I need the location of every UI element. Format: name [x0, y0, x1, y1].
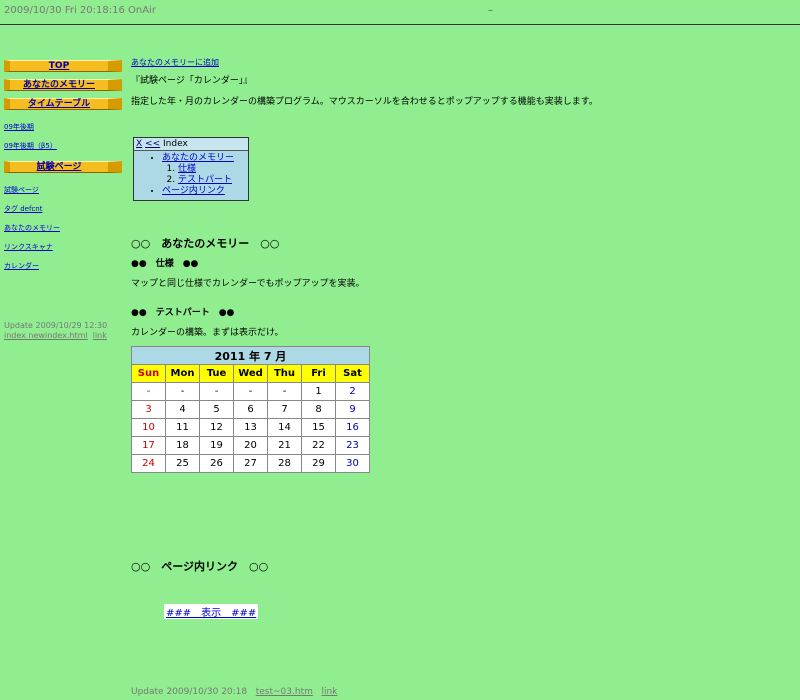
calendar-day-cell[interactable]: 12 — [199, 418, 234, 437]
calendar-day-cell[interactable]: 18 — [165, 436, 200, 455]
calendar-day-cell[interactable]: - — [131, 382, 166, 401]
calendar-table: 2011 年 7 月 Sun Mon Tue Wed Thu Fri Sat -… — [131, 346, 370, 473]
index-box-titlebar: X << Index — [134, 138, 248, 151]
nav-test-page-button[interactable]: 試験ページ — [4, 161, 122, 173]
calendar-day-cell[interactable]: 15 — [301, 418, 336, 437]
calendar-day-cell[interactable]: 13 — [233, 418, 268, 437]
index-list: あなたのメモリー 仕様 テストパート ページ内リンク — [134, 153, 248, 197]
add-to-memory-link[interactable]: あなたのメモリーに追加 — [131, 57, 219, 68]
calendar-week-row: 17 18 19 20 21 22 23 — [131, 436, 370, 455]
calendar-day-cell[interactable]: 2 — [335, 382, 370, 401]
weekday-mon: Mon — [165, 364, 200, 383]
weekday-wed: Wed — [233, 364, 268, 383]
page-title: 『試験ページ「カレンダー」』 — [131, 76, 253, 86]
calendar-day-cell[interactable]: 23 — [335, 436, 370, 455]
calendar-day-cell[interactable]: 17 — [131, 436, 166, 455]
nav-memory-button[interactable]: あなたのメモリー — [4, 79, 122, 91]
index-link-spec[interactable]: 仕様 — [178, 164, 196, 174]
sidebar-update-link[interactable]: link — [93, 331, 107, 340]
calendar-day-cell[interactable]: 10 — [131, 418, 166, 437]
calendar-day-cell[interactable]: 19 — [199, 436, 234, 455]
index-link-memory[interactable]: あなたのメモリー — [162, 153, 234, 163]
nav-timetable-button[interactable]: タイムテーブル — [4, 98, 122, 110]
header-dash: – — [488, 5, 493, 16]
display-link[interactable]: ### 表示 ### — [164, 604, 259, 619]
index-link-page-link[interactable]: ページ内リンク — [162, 186, 225, 196]
spec-text: マップと同じ仕様でカレンダーでもポップアップを実装。 — [131, 279, 365, 289]
weekday-sat: Sat — [335, 364, 370, 383]
calendar-day-cell[interactable]: 7 — [267, 400, 302, 419]
sidebar-link-09-late-beta[interactable]: 09年後期（β5） — [4, 142, 124, 151]
calendar-day-cell[interactable]: - — [233, 382, 268, 401]
calendar-day-cell[interactable]: 3 — [131, 400, 166, 419]
calendar-day-cell[interactable]: - — [199, 382, 234, 401]
calendar-body: - - - - -1 2 3 4 5 6 7 8 9 10 11 12 13 14 15 16 17 18 19 20 21 22… — [131, 382, 370, 473]
calendar-day-cell[interactable]: 1 — [301, 382, 336, 401]
calendar-day-cell[interactable]: 5 — [199, 400, 234, 419]
clock-display: 2009/10/30 Fri 20:18:16 OnAir — [4, 5, 156, 16]
calendar-week-row: 10 11 12 13 14 15 16 — [131, 418, 370, 437]
calendar-week-row: 3456789 — [131, 400, 370, 419]
calendar-day-cell[interactable]: 14 — [267, 418, 302, 437]
calendar-day-cell[interactable]: - — [267, 382, 302, 401]
calendar-day-cell[interactable]: 11 — [165, 418, 200, 437]
page-description: 指定した年・月のカレンダーの構築プログラム。マウスカーソルを合わせるとポップアッ… — [131, 97, 598, 107]
sidebar-link-calendar[interactable]: カレンダー — [4, 262, 124, 271]
index-link-test-part[interactable]: テストパート — [178, 175, 232, 185]
sidebar-update-index-link[interactable]: index newindex.html — [4, 331, 88, 340]
sidebar-link-link-scanner[interactable]: リンクスキャナ — [4, 243, 124, 252]
calendar-day-cell[interactable]: 20 — [233, 436, 268, 455]
index-label: Index — [163, 139, 188, 149]
subsection-test-heading: ●● テストパート ●● — [131, 308, 235, 318]
calendar-day-cell[interactable]: 30 — [335, 454, 370, 473]
footer-file-link[interactable]: test~03.htm — [256, 687, 313, 697]
calendar-day-cell[interactable]: 29 — [301, 454, 336, 473]
calendar-day-cell[interactable]: 8 — [301, 400, 336, 419]
sidebar-link-test-page[interactable]: 試験ページ — [4, 186, 124, 195]
weekday-thu: Thu — [267, 364, 302, 383]
test-text: カレンダーの構築。まずは表示だけ。 — [131, 328, 284, 338]
calendar-day-cell[interactable]: 16 — [335, 418, 370, 437]
top-bar: 2009/10/30 Fri 20:18:16 OnAir – — [0, 0, 800, 25]
calendar-day-cell[interactable]: 26 — [199, 454, 234, 473]
index-close-button[interactable]: X — [136, 139, 142, 149]
calendar-day-cell[interactable]: 27 — [233, 454, 268, 473]
index-item: あなたのメモリー 仕様 テストパート — [162, 153, 248, 186]
calendar-day-cell[interactable]: 6 — [233, 400, 268, 419]
calendar-day-cell[interactable]: 22 — [301, 436, 336, 455]
calendar-day-cell[interactable]: 9 — [335, 400, 370, 419]
calendar-week-row: -----12 — [131, 382, 370, 401]
index-box: X << Index あなたのメモリー 仕様 テストパート ページ内リンク — [133, 137, 249, 201]
section-page-link-heading: ○○ ページ内リンク ○○ — [131, 560, 269, 573]
footer: Update 2009/10/30 20:18 test~03.htm link — [131, 687, 337, 697]
calendar-week-row: 24 25 26 27 28 29 30 — [131, 454, 370, 473]
calendar-day-cell[interactable]: 25 — [165, 454, 200, 473]
calendar-day-cell[interactable]: - — [165, 382, 200, 401]
calendar-caption: 2011 年 7 月 — [131, 346, 370, 365]
sidebar-link-09-late[interactable]: 09年後期 — [4, 123, 124, 132]
sidebar-link-memory[interactable]: あなたのメモリー — [4, 224, 124, 233]
calendar-weekday-header: Sun Mon Tue Wed Thu Fri Sat — [131, 364, 370, 383]
sidebar-link-tag-defcnt[interactable]: タグ defcnt — [4, 205, 124, 214]
calendar-day-cell[interactable]: 21 — [267, 436, 302, 455]
subsection-spec-heading: ●● 仕様 ●● — [131, 259, 199, 269]
calendar-day-cell[interactable]: 4 — [165, 400, 200, 419]
weekday-fri: Fri — [301, 364, 336, 383]
sidebar-update-text: Update 2009/10/29 12:30 — [4, 321, 108, 330]
weekday-sun: Sun — [131, 364, 166, 383]
footer-link[interactable]: link — [321, 687, 337, 697]
sidebar-update: Update 2009/10/29 12:30 index newindex.h… — [4, 321, 107, 341]
sidebar: TOP あなたのメモリー タイムテーブル 09年後期 09年後期（β5） 試験ペ… — [4, 60, 124, 281]
index-sublist: 仕様 テストパート — [162, 164, 248, 186]
calendar-day-cell[interactable]: 28 — [267, 454, 302, 473]
calendar-day-cell[interactable]: 24 — [131, 454, 166, 473]
index-collapse-button[interactable]: << — [145, 139, 160, 149]
section-memory-heading: ○○ あなたのメモリー ○○ — [131, 237, 280, 250]
weekday-tue: Tue — [199, 364, 234, 383]
footer-update-text: Update 2009/10/30 20:18 — [131, 687, 248, 697]
index-subitem: テストパート — [178, 175, 248, 186]
index-item: ページ内リンク — [162, 186, 248, 197]
nav-top-button[interactable]: TOP — [4, 60, 122, 72]
index-subitem: 仕様 — [178, 164, 248, 175]
